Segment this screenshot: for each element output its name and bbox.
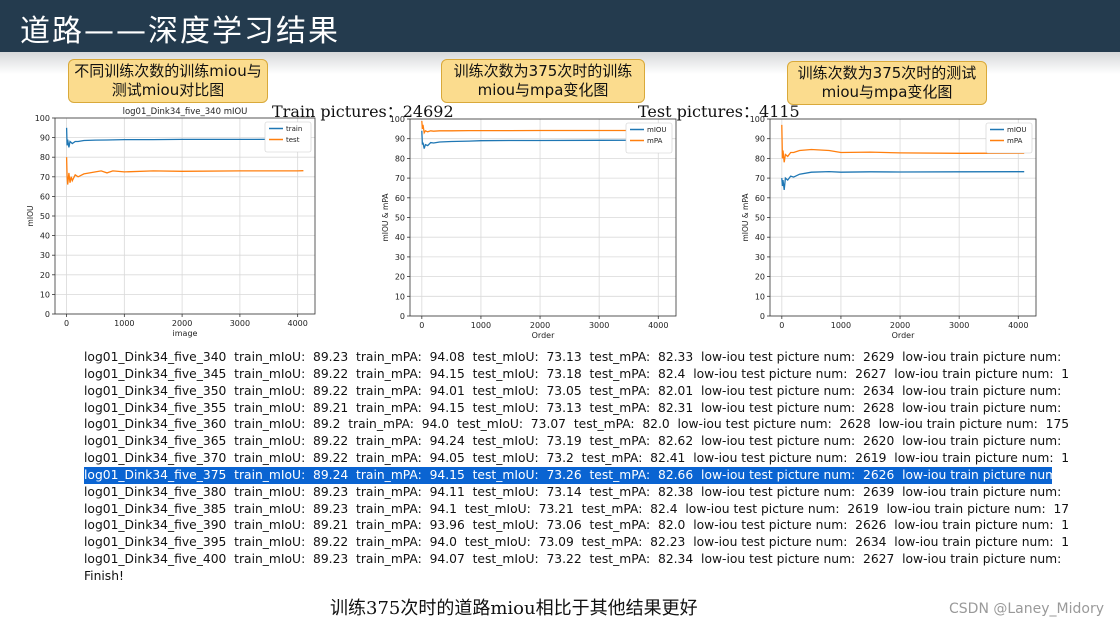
y-axis-label: mIOU & mPA <box>741 193 750 242</box>
x-tick-label: 4000 <box>1008 321 1028 330</box>
y-tick-label: 80 <box>40 153 50 162</box>
y-tick-label: 40 <box>395 233 405 242</box>
log-line[interactable]: log01_Dink34_five_400 train_mIoU: 89.23 … <box>84 551 1070 568</box>
y-tick-label: 60 <box>755 194 765 203</box>
x-tick-label: 4000 <box>287 319 307 328</box>
y-tick-label: 70 <box>755 174 765 183</box>
y-tick-label: 10 <box>755 292 765 301</box>
y-tick-label: 60 <box>40 192 50 201</box>
y-tick-label: 50 <box>395 214 405 223</box>
x-axis-label: Order <box>892 331 915 340</box>
y-tick-label: 70 <box>395 174 405 183</box>
chart-title: log01_Dink34_five_340 mIOU <box>123 107 248 117</box>
y-tick-label: 30 <box>395 253 405 262</box>
y-tick-label: 30 <box>755 253 765 262</box>
y-tick-label: 50 <box>40 212 50 221</box>
legend-label: mIOU <box>647 126 667 134</box>
y-tick-label: 80 <box>755 154 765 163</box>
legend-label: mPA <box>1007 137 1023 145</box>
y-tick-label: 20 <box>395 273 405 282</box>
x-tick-label: 2000 <box>530 321 550 330</box>
x-tick-label: 0 <box>779 321 784 330</box>
y-tick-label: 30 <box>40 251 50 260</box>
slide-caption: 训练375次时的道路miou相比于其他结果更好 <box>330 598 698 619</box>
x-tick-label: 0 <box>64 319 69 328</box>
legend-label: mPA <box>647 137 663 145</box>
x-axis-label: image <box>173 329 198 338</box>
y-tick-label: 100 <box>35 114 50 123</box>
callout-test-375: 训练次数为375次时的测试miou与mpa变化图 <box>787 61 987 105</box>
log-line[interactable]: log01_Dink34_five_385 train_mIoU: 89.23 … <box>84 501 1070 518</box>
legend-label: train <box>286 125 302 133</box>
x-tick-label: 2000 <box>890 321 910 330</box>
legend-label: mIOU <box>1007 126 1027 134</box>
y-tick-label: 10 <box>40 290 50 299</box>
y-tick-label: 20 <box>40 271 50 280</box>
callout-train-375: 训练次数为375次时的训练miou与mpa变化图 <box>441 59 645 103</box>
log-line[interactable]: log01_Dink34_five_350 train_mIoU: 89.22 … <box>84 383 1070 400</box>
callout-comparison: 不同训练次数的训练miou与测试miou对比图 <box>68 59 268 103</box>
y-tick-label: 0 <box>45 310 50 319</box>
y-tick-label: 90 <box>755 135 765 144</box>
log-line-selected[interactable]: log01_Dink34_five_375 train_mIoU: 89.24 … <box>84 466 1052 484</box>
log-line[interactable]: log01_Dink34_five_345 train_mIoU: 89.22 … <box>84 366 1070 383</box>
y-tick-label: 80 <box>395 154 405 163</box>
chart-test-375: 01020304050607080901000 1000 2000 3000 4000m… <box>741 115 1037 340</box>
y-tick-label: 40 <box>40 232 50 241</box>
x-tick-label: 1000 <box>471 321 491 330</box>
y-tick-label: 40 <box>755 233 765 242</box>
y-tick-label: 100 <box>750 115 765 124</box>
y-tick-label: 60 <box>395 194 405 203</box>
training-log[interactable]: log01_Dink34_five_340 train_mIoU: 89.23 … <box>84 349 1070 585</box>
y-tick-label: 10 <box>395 292 405 301</box>
log-line[interactable]: log01_Dink34_five_355 train_mIoU: 89.21 … <box>84 400 1070 417</box>
x-tick-label: 1000 <box>114 319 134 328</box>
log-line[interactable]: log01_Dink34_five_370 train_mIoU: 89.22 … <box>84 450 1070 467</box>
watermark: CSDN @Laney_Midory <box>949 601 1104 617</box>
chart-miou-comparison: 01020304050607080901000 1000 2000 3000 4000t… <box>26 107 316 338</box>
x-tick-label: 4000 <box>648 321 668 330</box>
y-tick-label: 70 <box>40 173 50 182</box>
y-tick-label: 20 <box>755 273 765 282</box>
x-tick-label: 3000 <box>230 319 250 328</box>
x-tick-label: 2000 <box>172 319 192 328</box>
log-line[interactable]: log01_Dink34_five_360 train_mIoU: 89.2 t… <box>84 416 1070 433</box>
x-tick-label: 3000 <box>589 321 609 330</box>
y-tick-label: 90 <box>395 135 405 144</box>
x-tick-label: 1000 <box>831 321 851 330</box>
legend-label: test <box>286 136 300 144</box>
log-line[interactable]: log01_Dink34_five_365 train_mIoU: 89.22 … <box>84 433 1070 450</box>
y-tick-label: 50 <box>755 214 765 223</box>
y-axis-label: mIOU <box>26 206 35 227</box>
log-line[interactable]: log01_Dink34_five_340 train_mIoU: 89.23 … <box>84 349 1070 366</box>
x-tick-label: 3000 <box>949 321 969 330</box>
log-line[interactable]: log01_Dink34_five_395 train_mIoU: 89.22 … <box>84 534 1070 551</box>
x-axis-label: Order <box>532 331 555 340</box>
chart-train-375: 01020304050607080901000 1000 2000 3000 4000m… <box>381 115 677 340</box>
y-tick-label: 90 <box>40 134 50 143</box>
slide-title-bar: 道路——深度学习结果 <box>0 0 1120 52</box>
y-axis-label: mIOU & mPA <box>381 193 390 242</box>
slide-title: 道路——深度学习结果 <box>20 14 340 49</box>
x-tick-label: 0 <box>419 321 424 330</box>
y-tick-label: 0 <box>760 312 765 321</box>
y-tick-label: 0 <box>400 312 405 321</box>
log-line[interactable]: Finish! <box>84 568 1070 585</box>
log-line[interactable]: log01_Dink34_five_390 train_mIoU: 89.21 … <box>84 517 1070 534</box>
y-tick-label: 100 <box>390 115 405 124</box>
log-line[interactable]: log01_Dink34_five_380 train_mIoU: 89.23 … <box>84 484 1070 501</box>
